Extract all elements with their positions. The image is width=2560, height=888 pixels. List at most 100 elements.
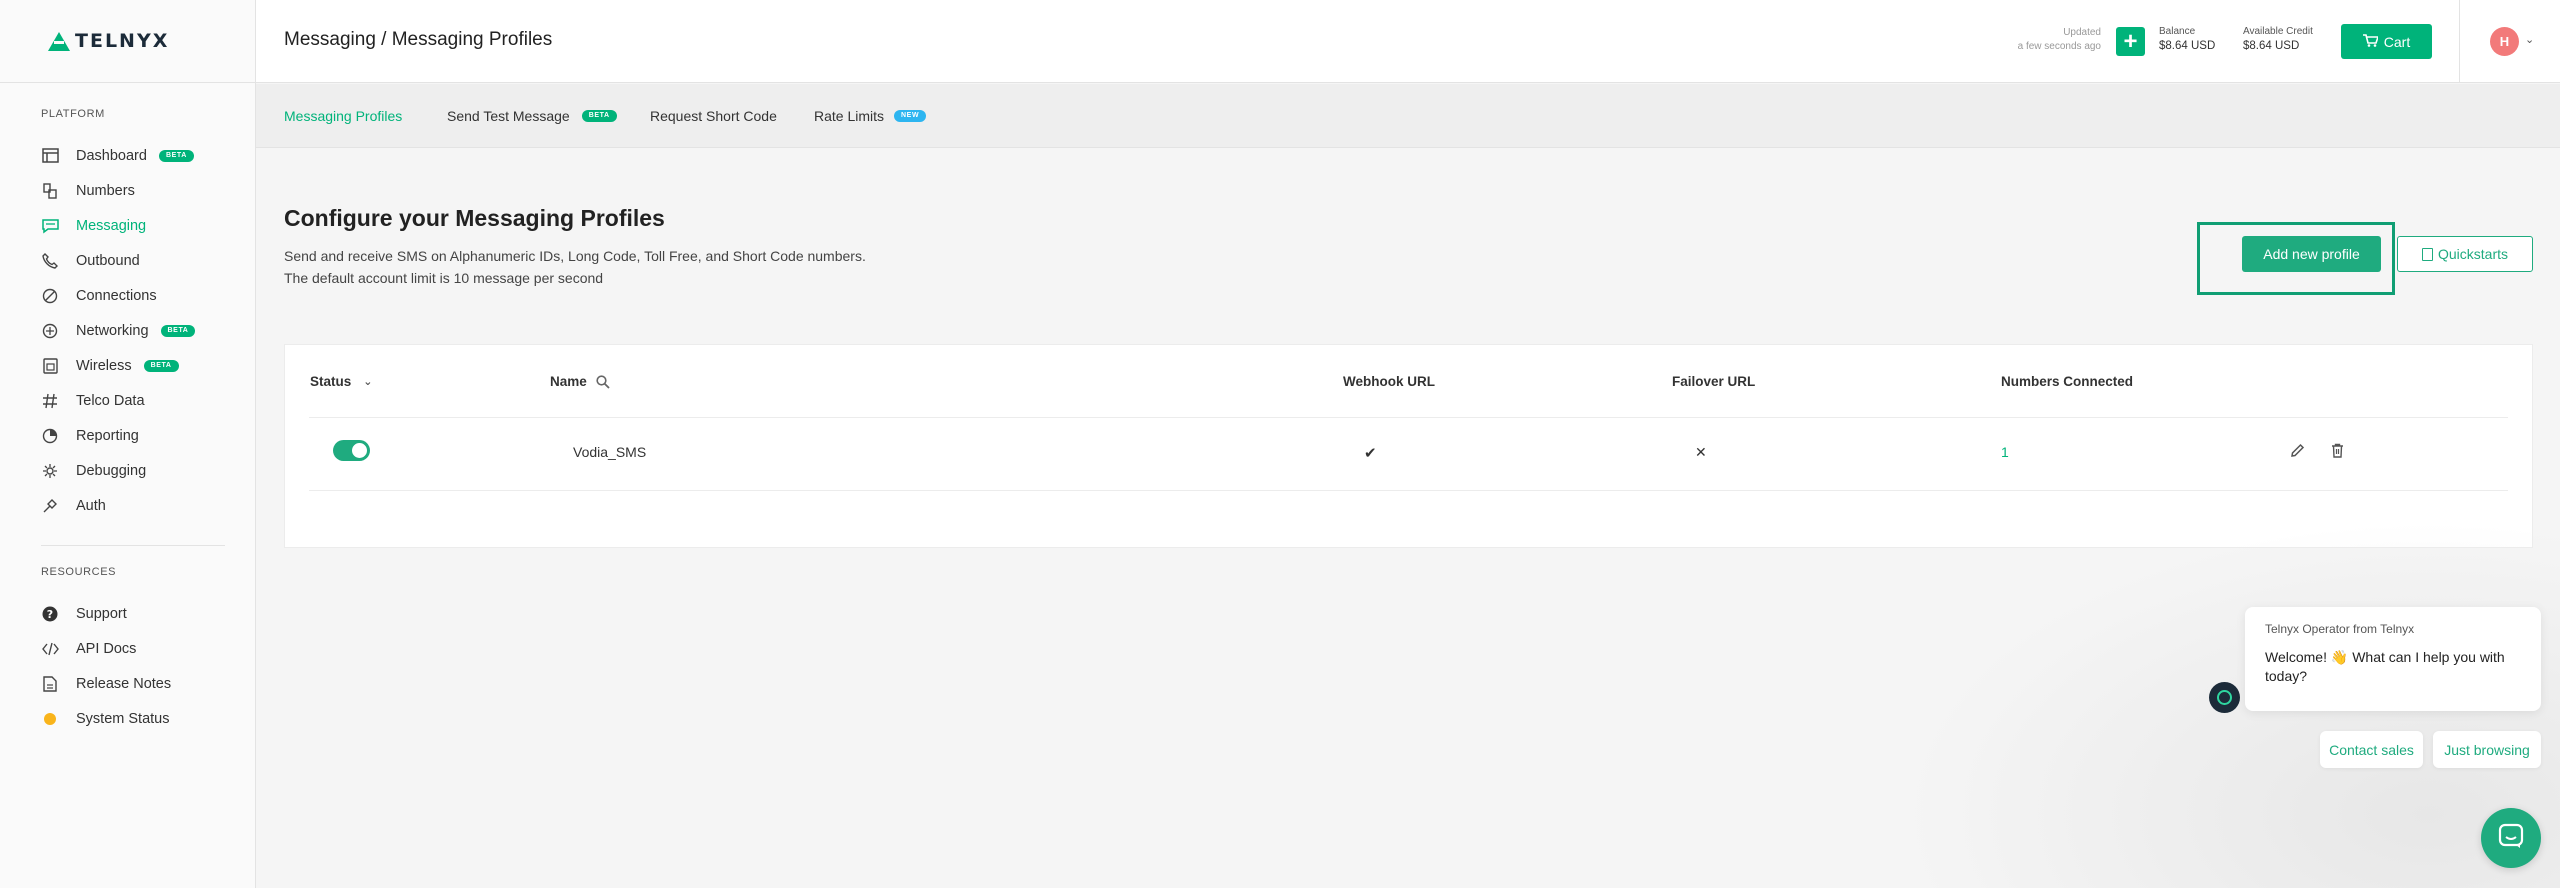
chat-launcher-button[interactable]: [2481, 808, 2541, 868]
status-dot-icon: [41, 710, 59, 728]
sidebar: TELNYX PLATFORM Dashboard BETA Numbers M…: [0, 0, 256, 888]
profile-name[interactable]: Vodia_SMS: [573, 444, 646, 460]
updated-label: Updated: [2063, 27, 2101, 38]
sidebar-item-label: API Docs: [76, 640, 137, 657]
cart-button[interactable]: Cart: [2341, 24, 2432, 59]
quickstarts-button[interactable]: Quickstarts: [2397, 236, 2533, 272]
tab-request-short-code[interactable]: Request Short Code: [650, 108, 777, 124]
credit-stat: Available Credit $8.64 USD: [2243, 24, 2313, 54]
credit-label: Available Credit: [2243, 26, 2313, 37]
header-label: Name: [550, 374, 587, 389]
sidebar-item-label: Debugging: [76, 462, 147, 479]
plus-icon: +: [2123, 27, 2138, 55]
logo-text: TELNYX: [75, 30, 170, 52]
chat-sender: Telnyx Operator from Telnyx: [2265, 622, 2415, 636]
sidebar-item-api-docs[interactable]: API Docs: [41, 631, 255, 666]
delete-icon[interactable]: [2328, 441, 2346, 459]
profiles-table: Status ⌄ Name Webhook URL Failover URL N…: [284, 344, 2533, 548]
sidebar-item-dashboard[interactable]: Dashboard BETA: [41, 138, 255, 173]
numbers-icon: [41, 182, 59, 200]
status-column-header[interactable]: Status ⌄: [310, 374, 372, 389]
edit-icon[interactable]: [2288, 441, 2306, 459]
sidebar-item-connections[interactable]: Connections: [41, 278, 255, 313]
telnyx-logo[interactable]: TELNYX: [0, 0, 255, 83]
document-icon: [2421, 247, 2433, 261]
cart-label: Cart: [2383, 33, 2411, 50]
tab-messaging-profiles[interactable]: Messaging Profiles: [284, 108, 402, 124]
sidebar-item-messaging[interactable]: Messaging: [41, 208, 255, 243]
sidebar-item-support[interactable]: ? Support: [41, 596, 255, 631]
sidebar-item-label: Connections: [76, 287, 157, 304]
sidebar-item-debugging[interactable]: Debugging: [41, 453, 255, 488]
sidebar-item-networking[interactable]: Networking BETA: [41, 313, 255, 348]
sidebar-item-wireless[interactable]: Wireless BETA: [41, 348, 255, 383]
add-new-profile-button[interactable]: Add new profile: [2242, 236, 2381, 272]
description-line: The default account limit is 10 message …: [284, 270, 604, 286]
tab-label: Request Short Code: [650, 108, 777, 124]
connections-icon: [41, 287, 59, 305]
tab-rate-limits[interactable]: Rate Limits NEW: [814, 108, 927, 124]
avatar[interactable]: H: [2490, 27, 2519, 56]
search-icon[interactable]: [596, 374, 610, 389]
sidebar-divider: [41, 545, 225, 546]
header-separator: [2459, 0, 2460, 83]
description-line: Send and receive SMS on Alphanumeric IDs…: [284, 248, 866, 264]
phone-icon: [41, 252, 59, 270]
failover-x-icon: ✕: [1695, 444, 1707, 460]
sidebar-item-label: Messaging: [76, 217, 147, 234]
sidebar-item-release-notes[interactable]: Release Notes: [41, 666, 255, 701]
reporting-icon: [41, 427, 59, 445]
profile-tabs: Messaging Profiles Send Test Message BET…: [256, 84, 2560, 148]
quickstarts-label: Quickstarts: [2437, 246, 2508, 262]
chat-icon: [2498, 823, 2524, 854]
just-browsing-button[interactable]: Just browsing: [2433, 731, 2541, 768]
sidebar-item-label: Outbound: [76, 252, 140, 269]
sidebar-item-label: Auth: [76, 497, 106, 514]
sidebar-item-label: Reporting: [76, 427, 139, 444]
sidebar-item-system-status[interactable]: System Status: [41, 701, 255, 736]
page-title: Messaging / Messaging Profiles: [284, 29, 553, 50]
networking-icon: [41, 322, 59, 340]
help-icon: ?: [41, 605, 59, 623]
sidebar-item-label: System Status: [76, 710, 170, 727]
section-title: Configure your Messaging Profiles: [284, 205, 665, 231]
name-column-header[interactable]: Name: [550, 374, 610, 389]
cart-icon: [2362, 33, 2379, 50]
sidebar-item-label: Release Notes: [76, 675, 172, 692]
updated-time: a few seconds ago: [2017, 41, 2101, 52]
sidebar-item-numbers[interactable]: Numbers: [41, 173, 255, 208]
section-description: Send and receive SMS on Alphanumeric IDs…: [284, 245, 866, 289]
chat-message: Welcome! 👋 What can I help you with toda…: [2265, 649, 2505, 684]
balance-value: $8.64 USD: [2159, 40, 2216, 52]
sidebar-item-outbound[interactable]: Outbound: [41, 243, 255, 278]
telnyx-logo-icon: [48, 31, 70, 51]
beta-badge: BETA: [581, 110, 617, 122]
chat-message-bubble[interactable]: Telnyx Operator from Telnyx Welcome! 👋 W…: [2245, 607, 2541, 711]
sidebar-item-label: Support: [76, 605, 127, 622]
numbers-connected-link[interactable]: 1: [2001, 444, 2009, 460]
status-toggle[interactable]: [333, 440, 370, 461]
document-icon: [41, 675, 59, 693]
balance-label: Balance: [2159, 26, 2196, 37]
sidebar-item-reporting[interactable]: Reporting: [41, 418, 255, 453]
tab-send-test-message[interactable]: Send Test Message BETA: [447, 108, 617, 124]
updated-status: Updated a few seconds ago: [2016, 26, 2101, 54]
sidebar-item-label: Networking: [76, 322, 149, 339]
chevron-down-icon[interactable]: ⌄: [2525, 33, 2534, 46]
debugging-icon: [41, 462, 59, 480]
sidebar-item-label: Numbers: [76, 182, 135, 199]
sidebar-item-label: Telco Data: [76, 392, 145, 409]
numbers-column-header: Numbers Connected: [2001, 374, 2134, 389]
add-funds-button[interactable]: +: [2116, 27, 2145, 56]
beta-badge: BETA: [158, 149, 194, 162]
failover-column-header: Failover URL: [1672, 374, 1756, 389]
webhook-check-icon: ✔: [1364, 445, 1377, 462]
top-header: Messaging / Messaging Profiles Updated a…: [256, 0, 2560, 83]
telco-data-icon: [41, 392, 59, 410]
table-divider: [309, 417, 2508, 418]
beta-badge: BETA: [143, 359, 179, 372]
sidebar-item-auth[interactable]: Auth: [41, 488, 255, 523]
contact-sales-button[interactable]: Contact sales: [2320, 731, 2423, 768]
svg-text:?: ?: [47, 608, 53, 621]
sidebar-item-telco-data[interactable]: Telco Data: [41, 383, 255, 418]
